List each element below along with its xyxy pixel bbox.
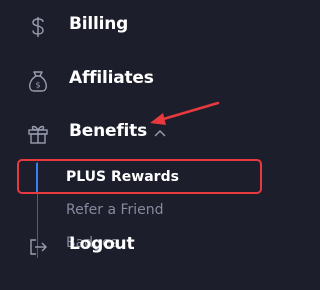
sidebar-item-affiliates[interactable]: $ Affiliates — [0, 63, 269, 97]
active-indicator — [36, 163, 38, 192]
chevron-up-icon[interactable] — [154, 129, 166, 137]
sidebar-item-label: Affiliates — [69, 68, 154, 88]
sidebar-item-benefits[interactable]: Benefits — [0, 116, 269, 150]
logout-icon — [24, 233, 52, 261]
sidebar-item-label: Billing — [69, 14, 129, 34]
money-bag-icon: $ — [24, 67, 52, 95]
submenu-item-plus-rewards[interactable]: PLUS Rewards — [0, 161, 269, 194]
sidebar-item-label: Benefits — [69, 121, 147, 141]
submenu-item-label: PLUS Rewards — [66, 169, 179, 185]
svg-text:$: $ — [35, 81, 40, 90]
sidebar-item-label: Logout — [69, 234, 135, 254]
gift-icon — [24, 120, 52, 148]
dollar-icon — [24, 13, 52, 41]
submenu-item-refer-a-friend[interactable]: Refer a Friend — [0, 194, 269, 227]
sidebar-item-logout[interactable]: Logout — [0, 229, 269, 263]
submenu-item-label: Refer a Friend — [66, 202, 164, 218]
sidebar-item-billing[interactable]: Billing — [0, 9, 269, 43]
